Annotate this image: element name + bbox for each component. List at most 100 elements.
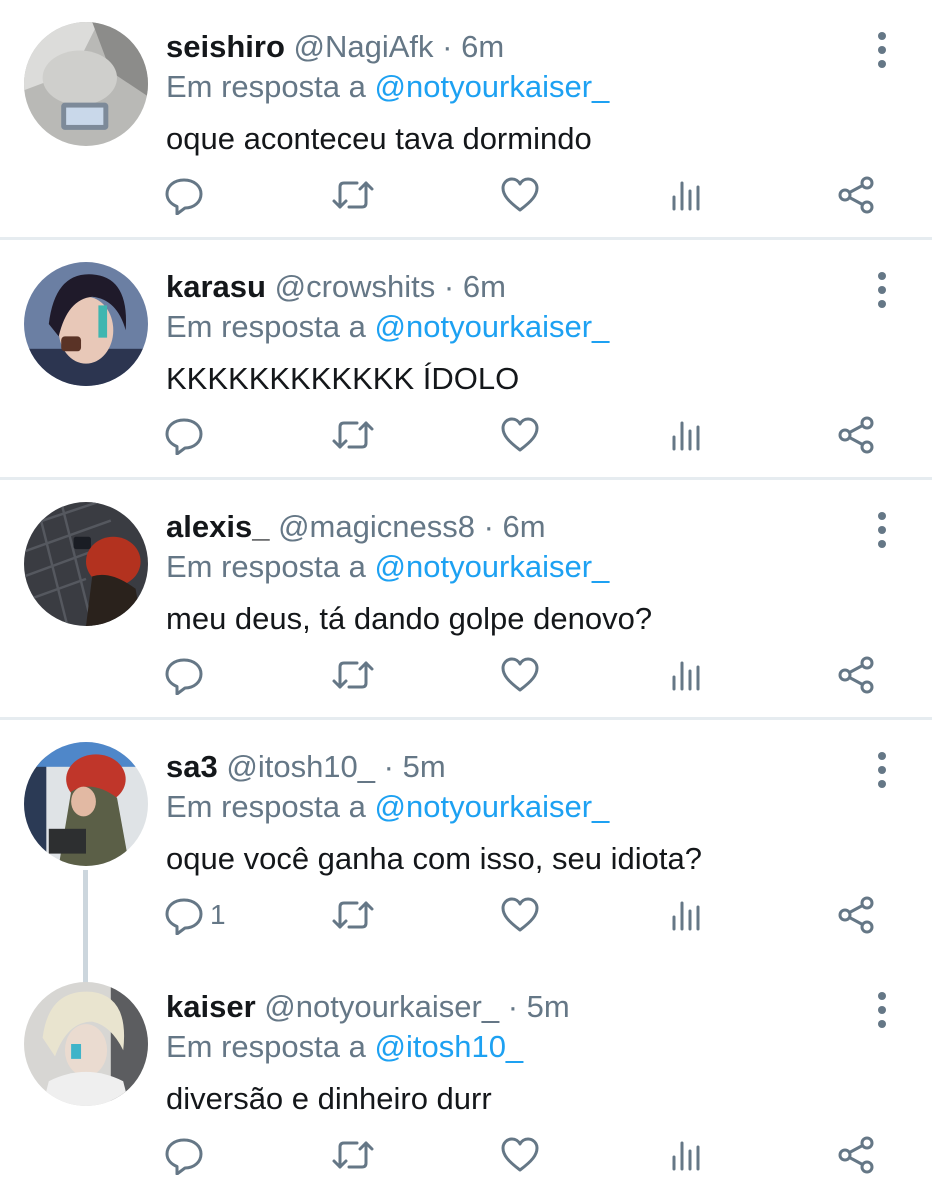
reply-icon: [165, 1138, 203, 1175]
like-button[interactable]: [500, 170, 540, 220]
reply-button[interactable]: [164, 1130, 210, 1180]
reply-button[interactable]: [164, 410, 210, 460]
like-icon: [501, 417, 539, 452]
reply-context: Em resposta a @notyourkaiser_: [166, 548, 609, 586]
tweet-text: diversão e dinheiro durr: [166, 1081, 492, 1116]
handle[interactable]: @crowshits: [275, 269, 436, 304]
tweet[interactable]: alexis_ @magicness8 · 6m Em resposta a @…: [0, 480, 932, 720]
reply-mention[interactable]: @notyourkaiser_: [375, 69, 610, 104]
tweet-header: seishiro @NagiAfk · 6m: [166, 28, 504, 66]
timestamp[interactable]: 5m: [403, 749, 446, 784]
separator-dot: ·: [442, 29, 453, 64]
display-name[interactable]: seishiro: [166, 29, 285, 64]
share-button[interactable]: [836, 410, 876, 460]
share-button[interactable]: [836, 1130, 876, 1180]
analytics-button[interactable]: [670, 1130, 704, 1180]
reply-prefix: Em resposta a: [166, 549, 366, 584]
reply-icon: [165, 418, 203, 455]
avatar[interactable]: [24, 22, 148, 146]
handle[interactable]: @notyourkaiser_: [264, 989, 499, 1024]
more-vertical-icon: [878, 752, 886, 788]
like-button[interactable]: [500, 410, 540, 460]
timestamp[interactable]: 6m: [463, 269, 506, 304]
like-button[interactable]: [500, 890, 540, 940]
reply-context: Em resposta a @itosh10_: [166, 1028, 523, 1066]
reply-context: Em resposta a @notyourkaiser_: [166, 788, 609, 826]
reply-prefix: Em resposta a: [166, 69, 366, 104]
tweet[interactable]: seishiro @NagiAfk · 6m Em resposta a @no…: [0, 0, 932, 240]
tweet-text: oque aconteceu tava dormindo: [166, 121, 592, 156]
more-options-button[interactable]: [868, 270, 896, 310]
timestamp[interactable]: 5m: [527, 989, 570, 1024]
more-vertical-icon: [878, 512, 886, 548]
display-name[interactable]: karasu: [166, 269, 266, 304]
analytics-button[interactable]: [670, 170, 704, 220]
share-icon: [838, 176, 874, 214]
share-button[interactable]: [836, 650, 876, 700]
like-icon: [501, 1137, 539, 1172]
more-vertical-icon: [878, 272, 886, 308]
timestamp[interactable]: 6m: [461, 29, 504, 64]
handle[interactable]: @itosh10_: [226, 749, 375, 784]
share-icon: [838, 656, 874, 694]
retweet-button[interactable]: [330, 1130, 376, 1180]
avatar[interactable]: [24, 982, 148, 1106]
reply-count: 1: [210, 899, 226, 930]
like-button[interactable]: [500, 1130, 540, 1180]
like-icon: [501, 657, 539, 692]
avatar[interactable]: [24, 742, 148, 866]
display-name[interactable]: kaiser: [166, 989, 256, 1024]
retweet-button[interactable]: [330, 410, 376, 460]
reply-context: Em resposta a @notyourkaiser_: [166, 68, 609, 106]
more-options-button[interactable]: [868, 750, 896, 790]
analytics-button[interactable]: [670, 650, 704, 700]
reply-button[interactable]: 1: [164, 890, 226, 940]
more-vertical-icon: [878, 992, 886, 1028]
tweet[interactable]: sa3 @itosh10_ · 5m Em resposta a @notyou…: [0, 720, 932, 1000]
timestamp[interactable]: 6m: [503, 509, 546, 544]
share-button[interactable]: [836, 890, 876, 940]
tweet-header: kaiser @notyourkaiser_ · 5m: [166, 988, 570, 1026]
separator-dot: ·: [383, 749, 394, 784]
avatar[interactable]: [24, 262, 148, 386]
tweet[interactable]: karasu @crowshits · 6m Em resposta a @no…: [0, 240, 932, 480]
reply-mention[interactable]: @notyourkaiser_: [375, 789, 610, 824]
reply-mention[interactable]: @notyourkaiser_: [375, 309, 610, 344]
avatar[interactable]: [24, 502, 148, 626]
reply-button[interactable]: [164, 170, 210, 220]
reply-mention[interactable]: @notyourkaiser_: [375, 549, 610, 584]
more-options-button[interactable]: [868, 30, 896, 70]
reply-icon: [165, 898, 203, 935]
separator-dot: ·: [507, 989, 519, 1024]
reply-prefix: Em resposta a: [166, 789, 366, 824]
analytics-icon: [672, 901, 700, 931]
tweet-text: meu deus, tá dando golpe denovo?: [166, 601, 653, 636]
handle[interactable]: @NagiAfk: [294, 29, 434, 64]
share-icon: [838, 896, 874, 934]
reply-button[interactable]: [164, 650, 210, 700]
tweet-text: KKKKKKKKKKKK ÍDOLO: [166, 361, 520, 396]
separator-dot: ·: [483, 509, 494, 544]
analytics-icon: [672, 421, 700, 451]
retweet-button[interactable]: [330, 170, 376, 220]
more-options-button[interactable]: [868, 510, 896, 550]
tweet-actions: [0, 410, 932, 460]
retweet-button[interactable]: [330, 890, 376, 940]
handle[interactable]: @magicness8: [278, 509, 475, 544]
display-name[interactable]: alexis_: [166, 509, 269, 544]
like-button[interactable]: [500, 650, 540, 700]
retweet-icon: [332, 661, 374, 689]
tweet[interactable]: kaiser @notyourkaiser_ · 5m Em resposta …: [0, 960, 932, 1200]
retweet-button[interactable]: [330, 650, 376, 700]
reply-mention[interactable]: @itosh10_: [375, 1029, 524, 1064]
tweet-actions: 1: [0, 890, 932, 940]
analytics-button[interactable]: [670, 890, 704, 940]
separator-dot: ·: [443, 269, 455, 304]
more-options-button[interactable]: [868, 990, 896, 1030]
analytics-icon: [672, 181, 700, 211]
analytics-button[interactable]: [670, 410, 704, 460]
reply-context: Em resposta a @notyourkaiser_: [166, 308, 609, 346]
tweet-header: sa3 @itosh10_ · 5m: [166, 748, 446, 786]
share-button[interactable]: [836, 170, 876, 220]
display-name[interactable]: sa3: [166, 749, 218, 784]
